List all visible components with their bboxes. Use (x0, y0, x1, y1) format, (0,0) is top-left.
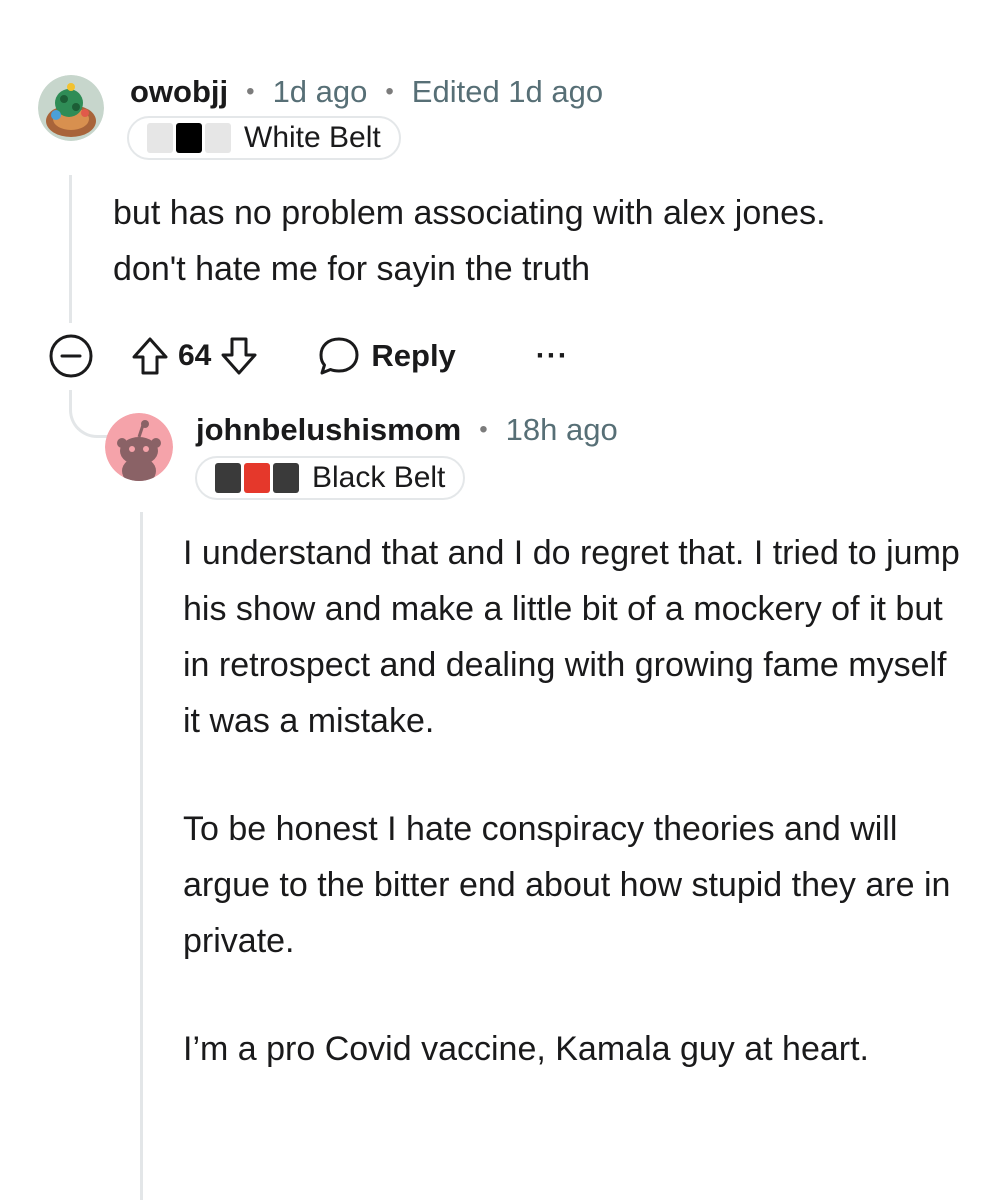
more-options-icon[interactable]: ··· (536, 339, 569, 373)
separator-dot: • (385, 78, 394, 105)
avatar[interactable] (38, 75, 104, 141)
separator-dot: • (246, 78, 255, 105)
belt-stripe-icon (273, 463, 299, 493)
belt-stripe-icon (205, 123, 231, 153)
username[interactable]: johnbelushismom (196, 412, 461, 448)
timestamp[interactable]: 18h ago (506, 412, 618, 448)
comment-body: but has no problem associating with alex… (113, 185, 893, 349)
upvote-icon[interactable] (130, 335, 170, 377)
reply-label: Reply (371, 338, 456, 373)
user-flair: Black Belt (195, 456, 466, 500)
comment-paragraph: I understand that and I do regret that. … (183, 534, 960, 740)
comment-paragraph: but has no problem associating with alex… (113, 194, 826, 288)
downvote-icon[interactable] (219, 335, 259, 377)
collapse-icon[interactable] (48, 333, 94, 379)
comment-bubble-icon (317, 335, 361, 377)
thread-line-branch[interactable] (69, 390, 109, 438)
reply-button[interactable]: Reply (317, 335, 456, 377)
avatar[interactable] (105, 413, 173, 481)
flair-text: Black Belt (312, 461, 446, 494)
comment-actions: 64 Reply ··· (48, 333, 569, 379)
thread-line-top (69, 175, 72, 323)
comment-paragraph: To be honest I hate conspiracy theories … (183, 810, 951, 960)
thread-line-reply (140, 512, 143, 1200)
comment-meta: johnbelushismom • 18h ago (196, 408, 618, 452)
timestamp[interactable]: 1d ago (273, 74, 368, 110)
belt-stripe-icon (176, 123, 202, 153)
separator-dot: • (479, 416, 488, 443)
comment-paragraph: I’m a pro Covid vaccine, Kamala guy at h… (183, 1030, 869, 1068)
flair-text: White Belt (244, 121, 381, 154)
comment-thread: owobjj • 1d ago • Edited 1d ago White Be… (0, 0, 1000, 1200)
comment-meta: owobjj • 1d ago • Edited 1d ago (130, 70, 603, 114)
user-flair: White Belt (127, 116, 401, 160)
belt-stripe-icon (244, 463, 270, 493)
username[interactable]: owobjj (130, 74, 228, 110)
belt-stripe-icon (215, 463, 241, 493)
vote-count: 64 (178, 339, 212, 372)
belt-stripe-icon (147, 123, 173, 153)
edited-label: Edited 1d ago (411, 74, 604, 109)
comment-body: I understand that and I do regret that. … (183, 525, 968, 1129)
